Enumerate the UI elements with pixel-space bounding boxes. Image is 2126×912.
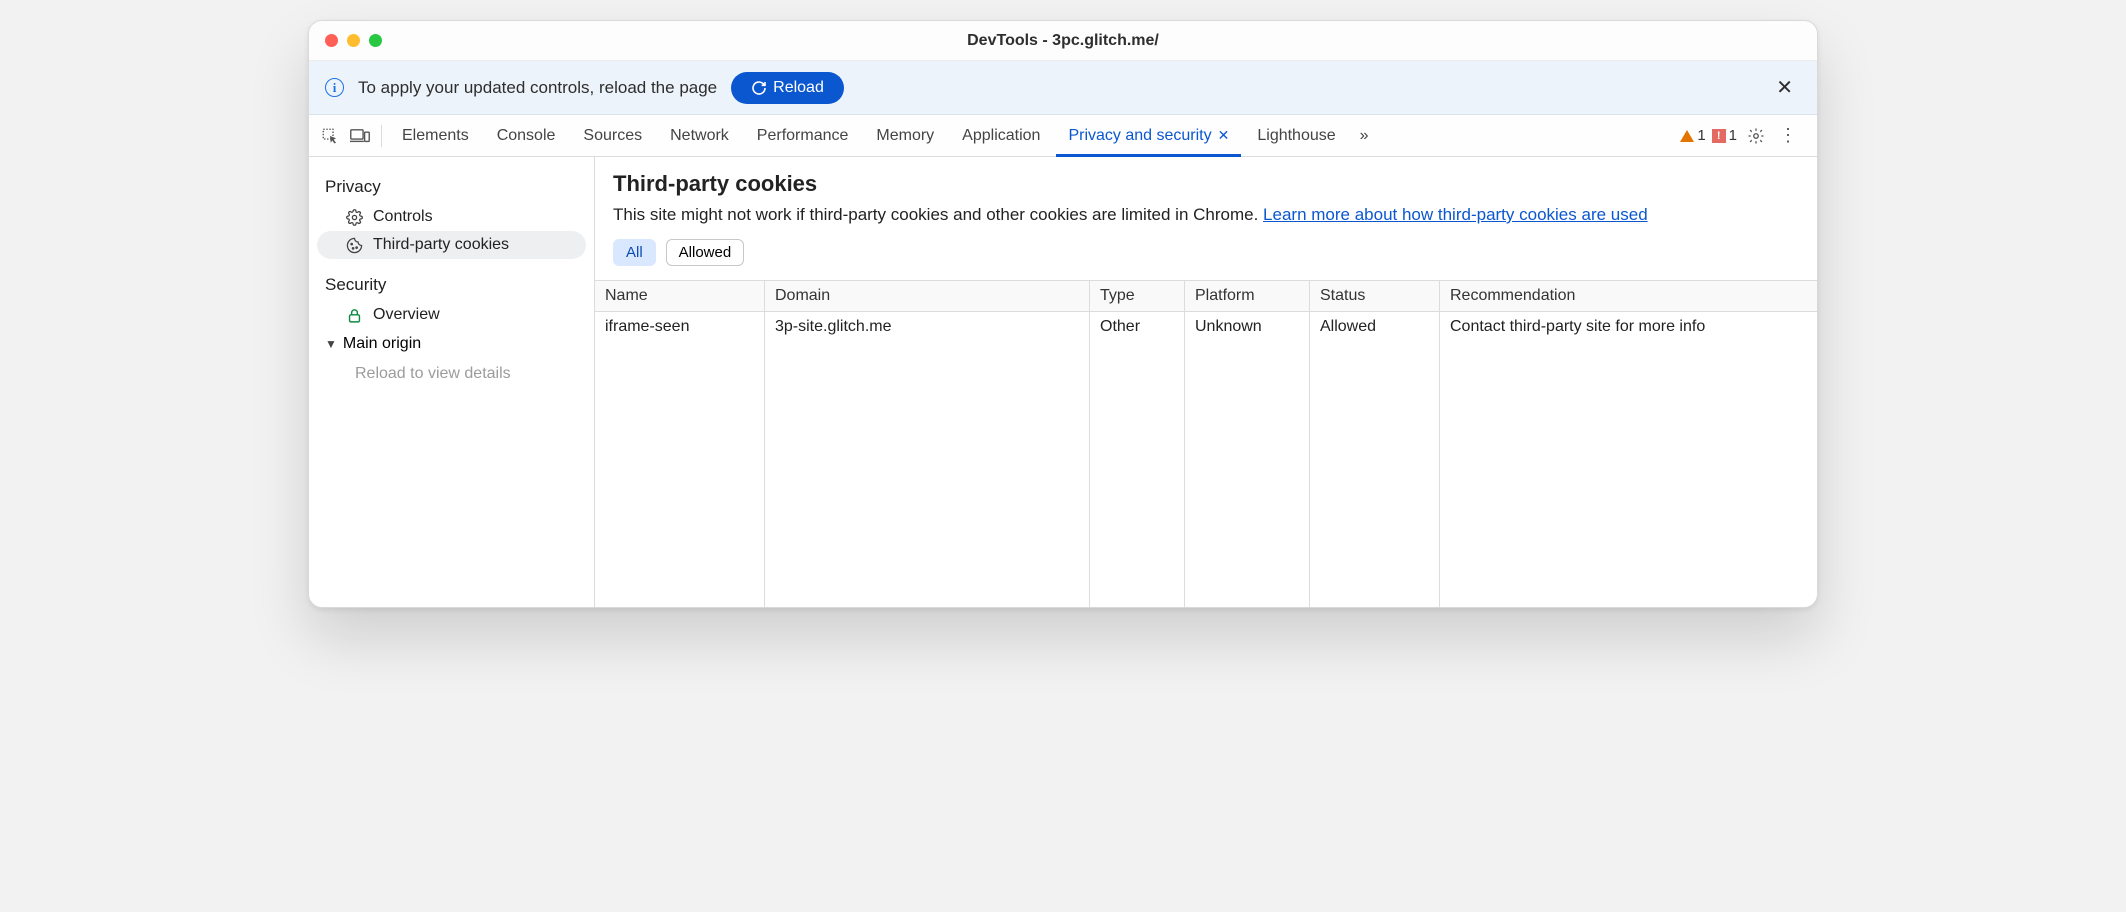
col-recommendation[interactable]: Recommendation bbox=[1440, 281, 1817, 311]
col-name[interactable]: Name bbox=[595, 281, 765, 311]
sidebar-item-third-party-cookies[interactable]: Third-party cookies bbox=[317, 231, 586, 259]
gear-icon bbox=[345, 208, 363, 226]
learn-more-link[interactable]: Learn more about how third-party cookies… bbox=[1263, 205, 1648, 224]
cell-domain: 3p-site.glitch.me bbox=[765, 312, 1090, 342]
lock-icon bbox=[345, 306, 363, 324]
chevron-down-icon: ▼ bbox=[325, 337, 337, 351]
cell-recommendation: Contact third-party site for more info bbox=[1440, 312, 1817, 342]
col-domain[interactable]: Domain bbox=[765, 281, 1090, 311]
warning-icon bbox=[1680, 130, 1694, 142]
warnings-count: 1 bbox=[1697, 127, 1705, 144]
tab-lighthouse[interactable]: Lighthouse bbox=[1245, 115, 1347, 156]
tab-sources[interactable]: Sources bbox=[571, 115, 654, 156]
dismiss-banner-button[interactable]: ✕ bbox=[1768, 71, 1801, 104]
sidebar-item-main-origin[interactable]: ▼ Main origin bbox=[317, 329, 586, 359]
issues-count: 1 bbox=[1729, 127, 1737, 144]
sidebar-item-label: Main origin bbox=[343, 335, 421, 353]
sidebar-heading-security: Security bbox=[317, 269, 586, 301]
info-icon: i bbox=[325, 78, 344, 97]
banner-text: To apply your updated controls, reload t… bbox=[358, 78, 717, 98]
panel-title: Third-party cookies bbox=[613, 171, 1799, 197]
settings-button[interactable] bbox=[1743, 123, 1769, 149]
reload-button-label: Reload bbox=[773, 79, 824, 97]
window-title: DevTools - 3pc.glitch.me/ bbox=[309, 32, 1817, 50]
sidebar-reload-hint: Reload to view details bbox=[317, 359, 586, 389]
titlebar: DevTools - 3pc.glitch.me/ bbox=[309, 21, 1817, 61]
sidebar-item-label: Controls bbox=[373, 208, 433, 226]
close-window-button[interactable] bbox=[325, 34, 338, 47]
subtitle-text: This site might not work if third-party … bbox=[613, 205, 1263, 224]
minimize-window-button[interactable] bbox=[347, 34, 360, 47]
main-area: Privacy Controls bbox=[309, 157, 1817, 607]
issue-icon: ! bbox=[1712, 129, 1726, 143]
table-body: iframe-seen 3p-site.glitch.me Other Unkn… bbox=[595, 312, 1817, 607]
maximize-window-button[interactable] bbox=[369, 34, 382, 47]
col-platform[interactable]: Platform bbox=[1185, 281, 1310, 311]
reload-banner: i To apply your updated controls, reload… bbox=[309, 61, 1817, 115]
sidebar-item-controls[interactable]: Controls bbox=[317, 203, 586, 231]
sidebar-item-overview[interactable]: Overview bbox=[317, 301, 586, 329]
tab-performance[interactable]: Performance bbox=[745, 115, 861, 156]
chip-allowed[interactable]: Allowed bbox=[666, 239, 745, 266]
cell-type: Other bbox=[1090, 312, 1185, 342]
chip-all[interactable]: All bbox=[613, 239, 656, 266]
tab-privacy-and-security[interactable]: Privacy and security ✕ bbox=[1056, 115, 1241, 156]
warnings-indicator[interactable]: 1 bbox=[1680, 127, 1705, 144]
cookie-icon bbox=[345, 236, 363, 254]
traffic-lights bbox=[309, 34, 382, 47]
more-tabs-button[interactable]: » bbox=[1352, 127, 1377, 145]
devtools-window: DevTools - 3pc.glitch.me/ i To apply you… bbox=[308, 20, 1818, 608]
reload-button[interactable]: Reload bbox=[731, 72, 844, 104]
tab-console[interactable]: Console bbox=[485, 115, 568, 156]
sidebar-item-label: Overview bbox=[373, 306, 440, 324]
filter-chips: All Allowed bbox=[613, 239, 1799, 266]
tab-application[interactable]: Application bbox=[950, 115, 1052, 156]
table-row[interactable]: iframe-seen 3p-site.glitch.me Other Unkn… bbox=[595, 312, 1817, 342]
device-toolbar-icon[interactable] bbox=[347, 123, 373, 149]
sidebar: Privacy Controls bbox=[309, 157, 595, 607]
close-tab-icon[interactable]: ✕ bbox=[1218, 127, 1230, 144]
cookies-table: Name Domain Type Platform Status Recomme… bbox=[595, 280, 1817, 607]
panel-tabs: Elements Console Sources Network Perform… bbox=[390, 115, 1668, 156]
more-options-button[interactable]: ⋮ bbox=[1775, 123, 1801, 149]
sidebar-item-label: Third-party cookies bbox=[373, 236, 509, 254]
cell-platform: Unknown bbox=[1185, 312, 1310, 342]
inspect-element-icon[interactable] bbox=[317, 123, 343, 149]
issues-indicator[interactable]: ! 1 bbox=[1712, 127, 1737, 144]
status-area: 1 ! 1 ⋮ bbox=[1672, 123, 1809, 149]
table-header-row: Name Domain Type Platform Status Recomme… bbox=[595, 281, 1817, 312]
content-panel: Third-party cookies This site might not … bbox=[595, 157, 1817, 607]
tab-memory[interactable]: Memory bbox=[864, 115, 946, 156]
reload-icon bbox=[751, 80, 767, 96]
cell-name: iframe-seen bbox=[595, 312, 765, 342]
sidebar-heading-privacy: Privacy bbox=[317, 171, 586, 203]
tab-elements[interactable]: Elements bbox=[390, 115, 481, 156]
col-status[interactable]: Status bbox=[1310, 281, 1440, 311]
col-type[interactable]: Type bbox=[1090, 281, 1185, 311]
panel-subtitle: This site might not work if third-party … bbox=[613, 205, 1799, 225]
cell-status: Allowed bbox=[1310, 312, 1440, 342]
tabstrip: Elements Console Sources Network Perform… bbox=[309, 115, 1817, 157]
tab-network[interactable]: Network bbox=[658, 115, 741, 156]
